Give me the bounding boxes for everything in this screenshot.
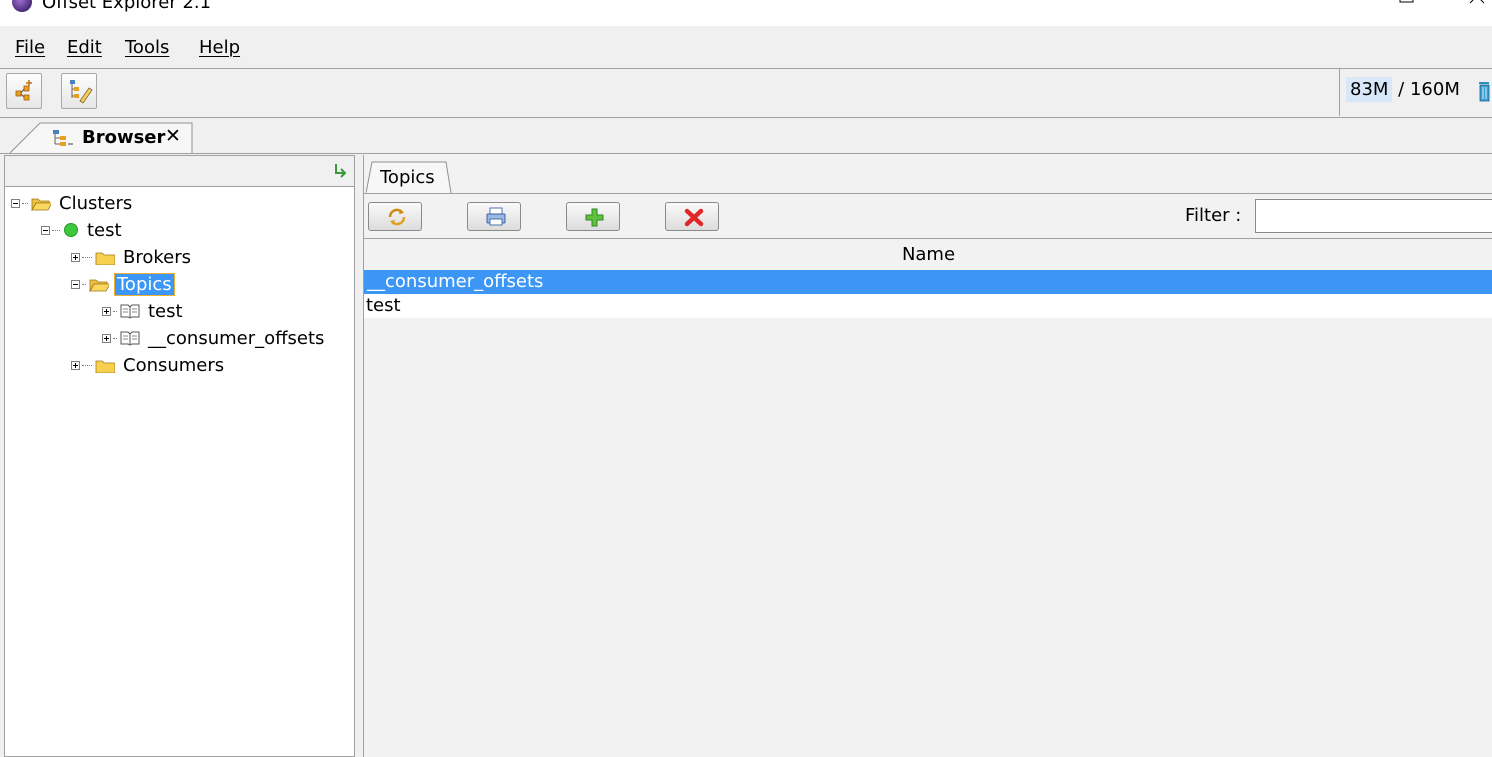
- cluster-browser-panel: Clusters test Brokers Topics test __cons…: [4, 155, 355, 757]
- tree-connector: [113, 311, 117, 312]
- tree-connector: [113, 338, 117, 339]
- folder-icon: [95, 358, 115, 373]
- memory-total: 160M: [1410, 79, 1460, 100]
- topics-panel: Topics: [363, 155, 1492, 757]
- table-row[interactable]: __consumer_offsets: [364, 270, 1492, 294]
- app-logo-icon: [12, 0, 32, 12]
- collapse-arrow-icon[interactable]: [332, 162, 350, 180]
- add-cluster-button[interactable]: [6, 73, 42, 109]
- tree-node-cluster-test[interactable]: test: [41, 217, 124, 243]
- delete-icon: [683, 207, 705, 227]
- main-toolbar: 83M / 160M: [0, 69, 1492, 118]
- tree-connector: [82, 365, 92, 366]
- memory-indicator[interactable]: 83M / 160M: [1346, 79, 1460, 107]
- add-cluster-icon: [7, 74, 41, 108]
- tree-label-topic: test: [146, 301, 185, 322]
- tree-node-consumers[interactable]: Consumers: [71, 352, 226, 378]
- memory-separator: /: [1398, 79, 1404, 100]
- expand-toggle-icon[interactable]: [102, 307, 111, 316]
- filter-input[interactable]: [1255, 199, 1492, 233]
- menu-bar: File Edit Tools Help: [0, 26, 1492, 69]
- collapse-toggle-icon[interactable]: [41, 226, 50, 235]
- tab-browser-label: Browser: [82, 127, 165, 148]
- tree-node-topic-consumer-offsets[interactable]: __consumer_offsets: [102, 325, 326, 351]
- expand-toggle-icon[interactable]: [71, 253, 80, 262]
- collapse-toggle-icon[interactable]: [11, 199, 20, 208]
- properties-icon: [485, 207, 507, 227]
- tree-label-topic: __consumer_offsets: [146, 328, 326, 349]
- topic-book-icon: [120, 330, 140, 346]
- tree-node-brokers[interactable]: Brokers: [71, 244, 193, 270]
- browser-tree-icon: [52, 129, 74, 147]
- add-topic-button[interactable]: [566, 202, 620, 231]
- menu-file[interactable]: File: [15, 37, 45, 58]
- menu-edit[interactable]: Edit: [67, 37, 102, 58]
- maximize-icon[interactable]: [1392, 0, 1422, 14]
- title-bar: Offset Explorer 2.1: [0, 0, 1492, 26]
- collapse-toggle-icon[interactable]: [71, 280, 80, 289]
- tree-node-topics[interactable]: Topics: [71, 271, 174, 297]
- table-row[interactable]: test: [364, 294, 1492, 318]
- expand-toggle-icon[interactable]: [71, 361, 80, 370]
- tree-label-consumers: Consumers: [121, 355, 226, 376]
- memory-used: 83M: [1346, 77, 1392, 102]
- toolbar-separator: [1339, 69, 1340, 116]
- topics-tab-strip: Topics: [364, 155, 1492, 194]
- column-header-name[interactable]: Name: [364, 244, 1492, 265]
- tab-topics-label: Topics: [380, 167, 435, 188]
- tab-close-icon[interactable]: ✕: [165, 125, 181, 147]
- open-folder-icon: [89, 277, 109, 292]
- tree-node-clusters[interactable]: Clusters: [11, 190, 134, 216]
- close-icon[interactable]: [1462, 0, 1492, 14]
- tree-label-topics: Topics: [115, 274, 174, 295]
- tree-connector: [52, 230, 60, 231]
- minimize-icon[interactable]: [1322, 0, 1352, 14]
- open-folder-icon: [31, 196, 51, 211]
- properties-button[interactable]: [467, 202, 521, 231]
- tree-header: [5, 156, 354, 187]
- tree-connector: [82, 284, 86, 285]
- tree-node-topic-test[interactable]: test: [102, 298, 185, 324]
- tree-label-clusters: Clusters: [57, 193, 134, 214]
- topic-name-cell: __consumer_offsets: [364, 271, 543, 292]
- splitter[interactable]: [355, 155, 363, 757]
- menu-help[interactable]: Help: [199, 37, 240, 58]
- tree-connector: [82, 257, 92, 258]
- window-title: Offset Explorer 2.1: [42, 0, 211, 13]
- table-header: Name: [364, 238, 1492, 271]
- menu-tools[interactable]: Tools: [125, 37, 169, 58]
- tab-topics[interactable]: Topics: [366, 161, 450, 193]
- filter-label: Filter :: [1185, 205, 1241, 226]
- refresh-icon: [386, 207, 408, 227]
- add-icon: [584, 207, 606, 227]
- tree-label-cluster: test: [85, 220, 124, 241]
- delete-topic-button[interactable]: [665, 202, 719, 231]
- trash-icon[interactable]: [1476, 80, 1492, 104]
- topic-name-cell: test: [364, 295, 401, 316]
- folder-icon: [95, 250, 115, 265]
- tab-browser[interactable]: Browser ✕: [10, 122, 193, 153]
- refresh-button[interactable]: [368, 202, 422, 231]
- tree-label-brokers: Brokers: [121, 247, 193, 268]
- edit-cluster-button[interactable]: [61, 73, 97, 109]
- cluster-status-icon: [63, 222, 79, 238]
- topics-toolbar: Filter :: [364, 194, 1492, 238]
- browser-tab-strip: Browser ✕: [0, 118, 1492, 154]
- tree-connector: [22, 203, 28, 204]
- edit-cluster-icon: [62, 74, 96, 108]
- expand-toggle-icon[interactable]: [102, 334, 111, 343]
- topic-book-icon: [120, 303, 140, 319]
